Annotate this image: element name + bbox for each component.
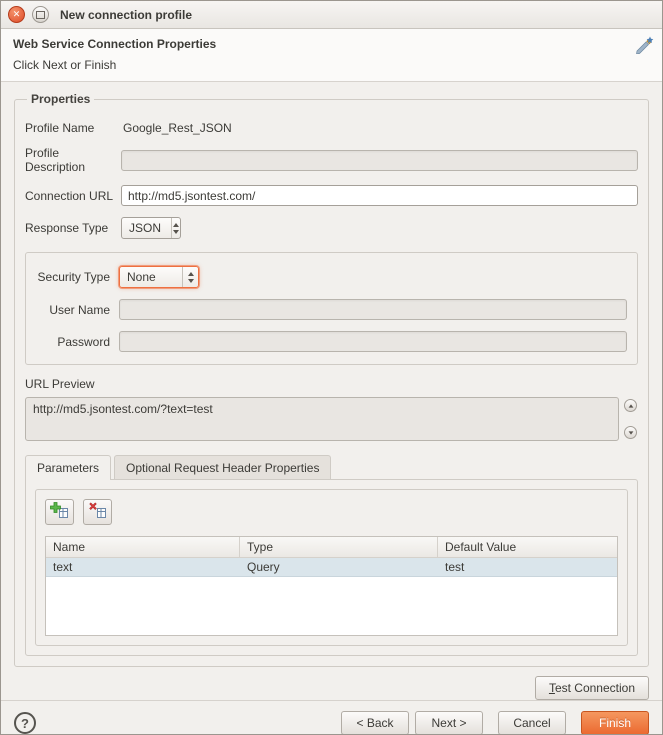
next-button[interactable]: Next > [415, 711, 483, 735]
url-preview-label: URL Preview [25, 377, 638, 391]
tab-optional-request-header-properties[interactable]: Optional Request Header Properties [114, 455, 331, 479]
bottom-buttons: < Back Next > Cancel Finish [341, 711, 649, 735]
help-button[interactable] [14, 712, 36, 734]
cell-name: text [46, 558, 240, 576]
password-row: Password [36, 331, 627, 352]
wizard-pencil-icon [634, 36, 654, 57]
maximize-icon[interactable] [32, 6, 49, 23]
connection-url-field[interactable] [121, 185, 638, 206]
table-header-row: Name Type Default Value [46, 537, 617, 558]
spinner-arrows-icon[interactable] [182, 267, 198, 287]
scroll-up-button[interactable] [624, 399, 637, 412]
arrow-down-icon [173, 230, 179, 234]
properties-group: Properties Profile Name Google_Rest_JSON… [14, 92, 649, 667]
parameters-table: Name Type Default Value text Query test [45, 536, 618, 636]
parameters-tab-panel: Name Type Default Value text Query test [25, 479, 638, 656]
cancel-button[interactable]: Cancel [498, 711, 566, 735]
cancel-label: Cancel [513, 716, 550, 730]
column-header-default-value[interactable]: Default Value [438, 537, 617, 557]
security-type-label: Security Type [36, 270, 110, 284]
parameters-inner-group: Name Type Default Value text Query test [35, 489, 628, 646]
response-type-row: Response Type JSON [25, 217, 638, 239]
profile-description-field [121, 150, 638, 171]
cell-type: Query [240, 558, 438, 576]
finish-button[interactable]: Finish [581, 711, 649, 735]
arrow-down-icon [628, 431, 633, 434]
close-icon[interactable] [8, 6, 25, 23]
dialog-window: New connection profile Web Service Conne… [0, 0, 663, 735]
arrow-up-icon [173, 223, 179, 227]
column-header-name[interactable]: Name [46, 537, 240, 557]
tab-bar: Parameters Optional Request Header Prope… [25, 455, 638, 479]
arrow-up-icon [188, 272, 194, 276]
response-type-value: JSON [129, 221, 161, 235]
profile-name-row: Profile Name Google_Rest_JSON [25, 121, 638, 135]
security-type-row: Security Type None [36, 266, 627, 288]
url-preview-row: http://md5.jsontest.com/?text=test [25, 397, 638, 441]
page-title: Web Service Connection Properties [13, 37, 650, 51]
parameters-toolbar [45, 499, 618, 525]
back-button[interactable]: < Back [341, 711, 409, 735]
security-type-value: None [127, 270, 172, 284]
column-header-type[interactable]: Type [240, 537, 438, 557]
user-name-field [119, 299, 627, 320]
spinner-arrows-icon[interactable] [171, 218, 180, 238]
password-label: Password [36, 335, 110, 349]
properties-legend: Properties [27, 92, 94, 106]
connection-url-row: Connection URL [25, 185, 638, 206]
dialog-content: Properties Profile Name Google_Rest_JSON… [1, 82, 662, 700]
test-connection-row: Test Connection [14, 667, 649, 700]
security-group: Security Type None User Name Password [25, 252, 638, 365]
url-preview-scrollbar [624, 397, 638, 441]
test-connection-label: Test Connection [549, 681, 635, 695]
profile-name-label: Profile Name [25, 121, 121, 135]
url-preview-box: http://md5.jsontest.com/?text=test [25, 397, 619, 441]
user-name-label: User Name [36, 303, 110, 317]
titlebar: New connection profile [1, 1, 662, 29]
response-type-label: Response Type [25, 221, 121, 235]
wizard-header: Web Service Connection Properties Click … [1, 29, 662, 82]
test-connection-button[interactable]: Test Connection [535, 676, 649, 700]
cell-default-value: test [438, 558, 617, 576]
password-field [119, 331, 627, 352]
back-label: < Back [356, 716, 393, 730]
connection-url-label: Connection URL [25, 189, 121, 203]
finish-label: Finish [599, 716, 631, 730]
response-type-combo[interactable]: JSON [121, 217, 181, 239]
arrow-down-icon [188, 279, 194, 283]
add-parameter-icon [50, 502, 69, 522]
security-type-combo[interactable]: None [119, 266, 199, 288]
remove-parameter-button[interactable] [83, 499, 112, 525]
tab-parameters[interactable]: Parameters [25, 455, 111, 480]
add-parameter-button[interactable] [45, 499, 74, 525]
page-subtitle: Click Next or Finish [13, 58, 650, 72]
scroll-down-button[interactable] [624, 426, 637, 439]
profile-name-value: Google_Rest_JSON [123, 121, 232, 135]
next-label: Next > [431, 716, 466, 730]
bottom-bar: < Back Next > Cancel Finish [1, 700, 662, 735]
user-name-row: User Name [36, 299, 627, 320]
arrow-up-icon [628, 404, 633, 407]
remove-parameter-icon [88, 502, 107, 522]
window-title: New connection profile [60, 8, 192, 22]
profile-description-row: Profile Description [25, 146, 638, 174]
table-row[interactable]: text Query test [46, 558, 617, 577]
profile-description-label: Profile Description [25, 146, 121, 174]
